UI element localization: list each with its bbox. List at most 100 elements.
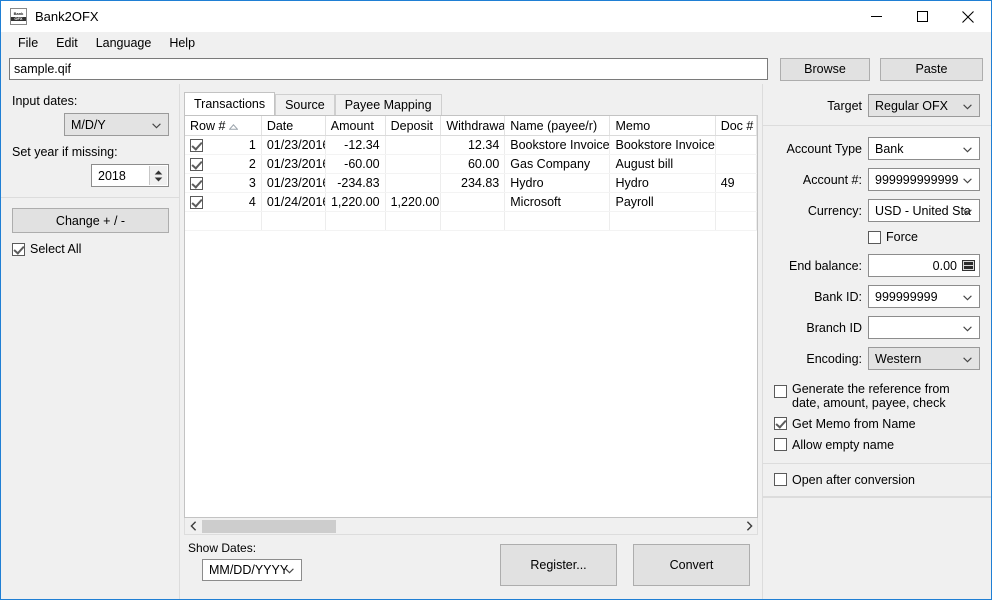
target-value: Regular OFX — [875, 98, 948, 113]
maximize-button[interactable] — [899, 1, 945, 32]
set-year-stepper[interactable]: 2018 — [91, 164, 169, 187]
close-button[interactable] — [945, 1, 991, 32]
table-row[interactable]: 3 01/23/2016 -234.83 234.83 Hydro Hydro … — [185, 173, 757, 193]
generate-reference-checkbox[interactable] — [774, 385, 787, 398]
open-after-conversion-checkbox[interactable] — [774, 473, 787, 486]
cell-withdrawal: 60.00 — [440, 154, 506, 174]
input-dates-value: M/D/Y — [71, 117, 106, 132]
row-select-cell[interactable]: 3 — [185, 173, 262, 193]
open-after-conversion-row[interactable]: Open after conversion — [774, 473, 980, 487]
scrollbar-thumb[interactable] — [202, 519, 336, 533]
account-type-combo[interactable]: Bank — [868, 137, 980, 160]
left-panel-filler — [1, 266, 179, 599]
show-dates-label: Show Dates: — [188, 541, 257, 555]
end-balance-label: End balance: — [789, 258, 862, 273]
transactions-table: Row # Date Amount Deposit Withdrawal Nam… — [185, 116, 757, 231]
generate-reference-row[interactable]: Generate the reference from date, amount… — [774, 382, 980, 410]
tab-transactions[interactable]: Transactions — [184, 92, 276, 115]
table-row[interactable]: 1 01/23/2016 -12.34 12.34 Bookstore Invo… — [185, 135, 757, 155]
transactions-grid[interactable]: Row # Date Amount Deposit Withdrawal Nam… — [184, 115, 758, 518]
input-dates-combo[interactable]: M/D/Y — [64, 113, 169, 136]
scroll-right-icon[interactable] — [741, 519, 757, 534]
bank-id-combo[interactable]: 999999999 — [868, 285, 980, 308]
end-balance-value: 0.00 — [932, 258, 957, 273]
allow-empty-name-checkbox[interactable] — [774, 438, 787, 451]
get-memo-checkbox[interactable] — [774, 417, 787, 430]
menu-item-edit[interactable]: Edit — [47, 33, 87, 53]
row-select-cell[interactable]: 4 — [185, 192, 262, 212]
currency-combo[interactable]: USD - United Sta — [868, 199, 980, 222]
force-control[interactable]: Force — [868, 230, 980, 244]
cell-name: Hydro — [504, 173, 611, 193]
cell-deposit — [385, 135, 442, 155]
force-checkbox[interactable] — [868, 230, 881, 244]
select-all-row[interactable]: Select All — [12, 242, 169, 256]
force-label: Force — [886, 230, 918, 244]
open-after-group: Open after conversion — [763, 464, 991, 497]
paste-button[interactable]: Paste — [880, 57, 983, 81]
option-checkboxes: Generate the reference from date, amount… — [774, 382, 980, 452]
column-header-withdrawal[interactable]: Withdrawal — [440, 116, 506, 136]
cell-doc — [715, 135, 757, 155]
get-memo-row[interactable]: Get Memo from Name — [774, 417, 980, 431]
table-row[interactable]: 2 01/23/2016 -60.00 60.00 Gas Company Au… — [185, 154, 757, 174]
column-header-name[interactable]: Name (payee/r) — [504, 116, 611, 136]
center-panel: Transactions Source Payee Mapping Row # — [179, 84, 763, 599]
end-balance-row: End balance: 0.00 — [774, 254, 980, 277]
tab-payee-mapping[interactable]: Payee Mapping — [334, 94, 442, 115]
cell-withdrawal — [440, 192, 506, 212]
chevron-down-icon — [963, 173, 972, 187]
menu-item-file[interactable]: File — [9, 33, 47, 53]
calculator-icon[interactable] — [962, 260, 975, 271]
browse-button[interactable]: Browse — [780, 57, 870, 81]
cell-withdrawal: 234.83 — [440, 173, 506, 193]
right-panel: Target Regular OFX Account Type Bank Acc… — [763, 84, 991, 599]
select-all-checkbox[interactable] — [12, 242, 25, 256]
scroll-left-icon[interactable] — [185, 519, 201, 534]
row-checkbox[interactable] — [190, 138, 203, 152]
stepper-down-icon — [154, 177, 163, 181]
filename-input[interactable]: sample.qif — [9, 58, 768, 80]
cell-name: Microsoft — [504, 192, 611, 212]
branch-id-combo[interactable] — [868, 316, 980, 339]
column-header-deposit[interactable]: Deposit — [385, 116, 442, 136]
column-header-row-number[interactable]: Row # — [185, 116, 262, 136]
menu-item-help[interactable]: Help — [160, 33, 204, 53]
column-header-date[interactable]: Date — [261, 116, 326, 136]
row-checkbox[interactable] — [190, 157, 203, 171]
branch-id-label: Branch ID — [806, 320, 862, 335]
convert-button[interactable]: Convert — [633, 544, 750, 586]
menu-item-language[interactable]: Language — [87, 33, 161, 53]
column-header-memo[interactable]: Memo — [609, 116, 716, 136]
stepper-arrows[interactable] — [149, 166, 167, 185]
right-panel-filler — [763, 497, 991, 599]
register-button[interactable]: Register... — [500, 544, 617, 586]
branch-id-row: Branch ID — [774, 316, 980, 339]
target-combo[interactable]: Regular OFX — [868, 94, 980, 117]
tab-source[interactable]: Source — [275, 94, 335, 115]
column-header-amount[interactable]: Amount — [325, 116, 386, 136]
account-number-combo[interactable]: 999999999999 — [868, 168, 980, 191]
minimize-button[interactable] — [853, 1, 899, 32]
table-body: 1 01/23/2016 -12.34 12.34 Bookstore Invo… — [185, 135, 757, 231]
chevron-down-icon — [963, 321, 972, 335]
chevron-down-icon — [963, 352, 972, 366]
row-checkbox[interactable] — [190, 195, 203, 209]
target-label: Target — [827, 98, 862, 113]
table-row[interactable]: 4 01/24/2016 1,220.00 1,220.00 Microsoft… — [185, 192, 757, 212]
currency-label: Currency: — [807, 203, 862, 218]
bank-id-row: Bank ID: 999999999 — [774, 285, 980, 308]
change-sign-button[interactable]: Change + / - — [12, 208, 169, 233]
grid-horizontal-scrollbar[interactable] — [184, 518, 758, 535]
show-dates-combo[interactable]: MM/DD/YYYY — [202, 559, 302, 581]
cell-amount: -12.34 — [325, 135, 386, 155]
row-checkbox[interactable] — [190, 176, 203, 190]
cell-date: 01/23/2016 — [261, 173, 326, 193]
encoding-combo[interactable]: Western — [868, 347, 980, 370]
allow-empty-name-row[interactable]: Allow empty name — [774, 438, 980, 452]
column-header-doc[interactable]: Doc # — [715, 116, 757, 136]
row-select-cell[interactable]: 1 — [185, 135, 262, 155]
set-year-label: Set year if missing: — [12, 145, 118, 159]
row-select-cell[interactable]: 2 — [185, 154, 262, 174]
end-balance-input[interactable]: 0.00 — [868, 254, 980, 277]
